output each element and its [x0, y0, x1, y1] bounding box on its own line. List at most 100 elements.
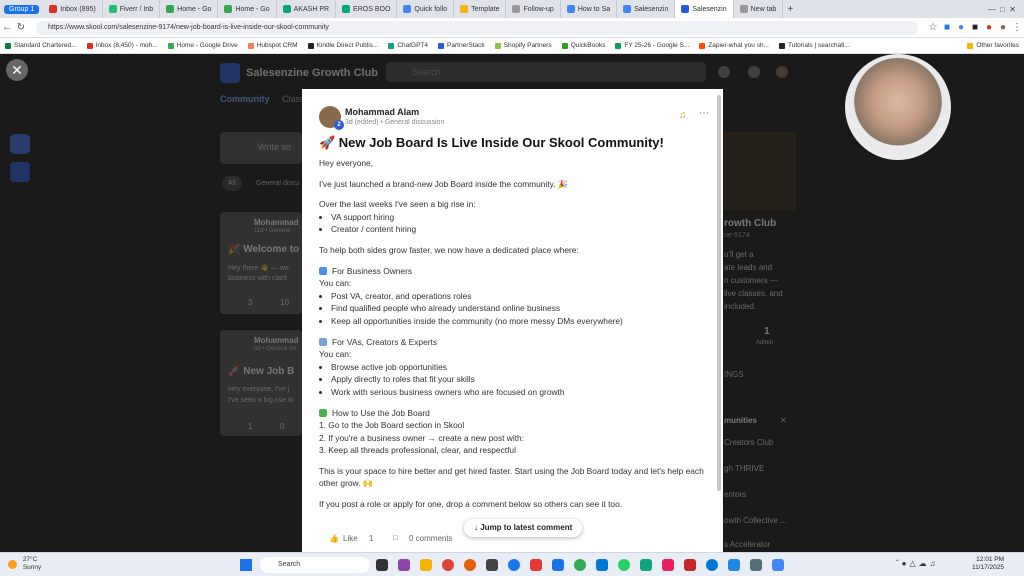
search-input[interactable]: Search — [386, 62, 706, 82]
browser-tab-active[interactable]: Salesenzin — [675, 0, 734, 18]
taskbar-app-icon[interactable] — [420, 559, 432, 571]
community-item[interactable]: s Accelerator — [724, 540, 770, 549]
other-favorites[interactable]: Other favorites — [967, 42, 1019, 49]
bookmark[interactable]: Shopify Partners — [494, 42, 552, 49]
taskbar-app-icon[interactable] — [398, 559, 410, 571]
tab-favicon — [739, 5, 748, 13]
browser-tab[interactable]: Quick follo — [397, 0, 455, 18]
taskbar-app-icon[interactable] — [442, 559, 454, 571]
write-post-card[interactable]: Write so — [220, 132, 302, 164]
bell-icon[interactable]: ♫ — [679, 110, 687, 121]
window-controls[interactable]: — □ ✕ — [988, 5, 1024, 14]
browser-tab[interactable]: Salesenzin — [617, 0, 676, 18]
site-name[interactable]: Salesenzine Growth Club — [246, 67, 378, 79]
app-icon[interactable] — [10, 134, 30, 154]
taskbar-app-icon[interactable] — [596, 559, 608, 571]
close-modal-icon[interactable]: ✕ — [6, 59, 28, 81]
extensions-icon[interactable]: ● — [982, 22, 996, 33]
author-name[interactable]: Mohammad Alam — [345, 107, 419, 117]
taskbar-app-icon[interactable] — [684, 559, 696, 571]
feed-post[interactable]: Mohammad 11d • General 🎉 Welcome to Hey … — [220, 212, 302, 314]
browser-tab[interactable]: Inbox (895) — [43, 0, 103, 18]
comment-icon[interactable]: □ — [393, 533, 398, 542]
browser-tab[interactable]: EROS BOO — [336, 0, 398, 18]
taskbar-app-icon[interactable] — [618, 559, 630, 571]
user-avatar[interactable] — [776, 66, 788, 78]
taskbar-app-icon[interactable] — [486, 559, 498, 571]
bookmark[interactable]: Home - Google Drive — [167, 42, 238, 49]
taskbar-app-icon[interactable] — [508, 559, 520, 571]
system-clock[interactable]: 12:01 PM 11/17/2025 — [968, 556, 1004, 572]
comments-count[interactable]: 0 comments — [409, 534, 453, 543]
new-tab-icon[interactable]: + — [787, 4, 793, 15]
community-item[interactable]: gh THRIVE — [724, 464, 764, 473]
bookmark[interactable]: Standard Chartered... — [5, 42, 77, 49]
browser-tab[interactable]: New tab — [734, 0, 784, 18]
taskbar-app-icon[interactable] — [750, 559, 762, 571]
app-icon[interactable] — [10, 162, 30, 182]
bookmark[interactable]: FY 25-26 - Google S... — [615, 42, 689, 49]
browser-tab[interactable]: Home - Go — [218, 0, 277, 18]
bookmark[interactable]: QuickBooks — [561, 42, 605, 49]
settings-button[interactable]: INGS — [724, 370, 744, 379]
bookmark[interactable]: Zapier-what you sh... — [699, 42, 769, 49]
tab-group-chip[interactable]: Group 1 — [4, 4, 40, 14]
jump-to-latest-button[interactable]: ↓ Jump to latest comment — [464, 519, 583, 537]
browser-tab[interactable]: Follow-up — [506, 0, 561, 18]
filter-all[interactable]: All — [222, 176, 242, 191]
extensions-icon[interactable]: ■ — [968, 22, 982, 33]
taskbar-app-icon[interactable] — [464, 559, 476, 571]
star-icon[interactable]: ☆ — [926, 22, 940, 33]
bookmark[interactable]: Inbox (8,450) - moh... — [86, 42, 158, 49]
bookmark[interactable]: Hubspot CRM — [247, 42, 298, 49]
more-options-icon[interactable]: ⋯ — [699, 108, 709, 119]
like-button[interactable]: Like — [343, 534, 358, 543]
taskbar-app-icon[interactable] — [728, 559, 740, 571]
bookmark[interactable]: Tutorials | searchatl... — [779, 42, 850, 49]
browser-tab[interactable]: How to Sa — [561, 0, 618, 18]
taskbar-app-icon[interactable] — [772, 559, 784, 571]
refresh-icon[interactable]: ↻ — [14, 22, 28, 33]
bookmark[interactable]: PartnerStack — [438, 42, 485, 49]
community-item[interactable]: entors — [724, 490, 746, 499]
taskbar-app-icon[interactable] — [640, 559, 652, 571]
notification-icon[interactable] — [748, 66, 760, 78]
windows-start-icon[interactable] — [240, 559, 252, 571]
filter-general[interactable]: General discu — [256, 180, 299, 187]
browser-tab[interactable]: Home - Go — [160, 0, 219, 18]
taskbar-app-icon[interactable] — [574, 559, 586, 571]
group-slug: ne-9174 — [724, 232, 750, 239]
weather-widget[interactable]: 27°C Sunny — [8, 556, 41, 572]
browser-tab[interactable]: Template — [454, 0, 507, 18]
taskbar-app-icon[interactable] — [662, 559, 674, 571]
tab-community[interactable]: Community — [220, 94, 270, 104]
section-header: For Business Owners — [332, 265, 413, 276]
back-icon[interactable]: ← — [0, 22, 14, 33]
tray-icons[interactable]: ˆ●△☁♫ — [896, 559, 939, 568]
community-item[interactable]: owth Collective ... — [724, 516, 787, 525]
modal-scrollbar[interactable] — [717, 95, 721, 491]
post-header: 2 Mohammad Alam 3d (edited) • General di… — [319, 106, 709, 130]
close-icon[interactable]: ✕ — [780, 416, 787, 425]
extensions-icon[interactable]: ● — [954, 22, 968, 33]
taskbar-app-icon[interactable] — [530, 559, 542, 571]
browser-tab[interactable]: Fiverr / Inb — [103, 0, 161, 18]
chat-icon[interactable] — [718, 66, 730, 78]
weather-condition: Sunny — [22, 564, 42, 571]
url-field[interactable]: https://www.skool.com/salesenzine-9174/n… — [36, 20, 918, 35]
taskbar-app-icon[interactable] — [552, 559, 564, 571]
feed-post[interactable]: Mohammad 3d • General dis 🚀 New Job B He… — [220, 330, 302, 436]
extensions-icon[interactable]: ■ — [940, 22, 954, 33]
profile-avatar[interactable]: ● — [996, 22, 1010, 33]
taskbar-app-icon[interactable] — [376, 559, 388, 571]
level-badge: 2 — [334, 120, 344, 130]
taskbar-search[interactable]: Search — [260, 557, 370, 573]
bookmark[interactable]: ChatGPT4 — [388, 42, 428, 49]
browser-tab[interactable]: AKASH PR — [277, 0, 337, 18]
like-icon[interactable]: 👍 — [329, 534, 339, 543]
bookmark[interactable]: Kindle Direct Publis... — [307, 42, 378, 49]
menu-icon[interactable]: ⋮ — [1010, 22, 1024, 33]
taskbar-app-icon[interactable] — [706, 559, 718, 571]
site-logo[interactable] — [220, 63, 240, 83]
community-item[interactable]: Creators Club — [724, 438, 773, 447]
